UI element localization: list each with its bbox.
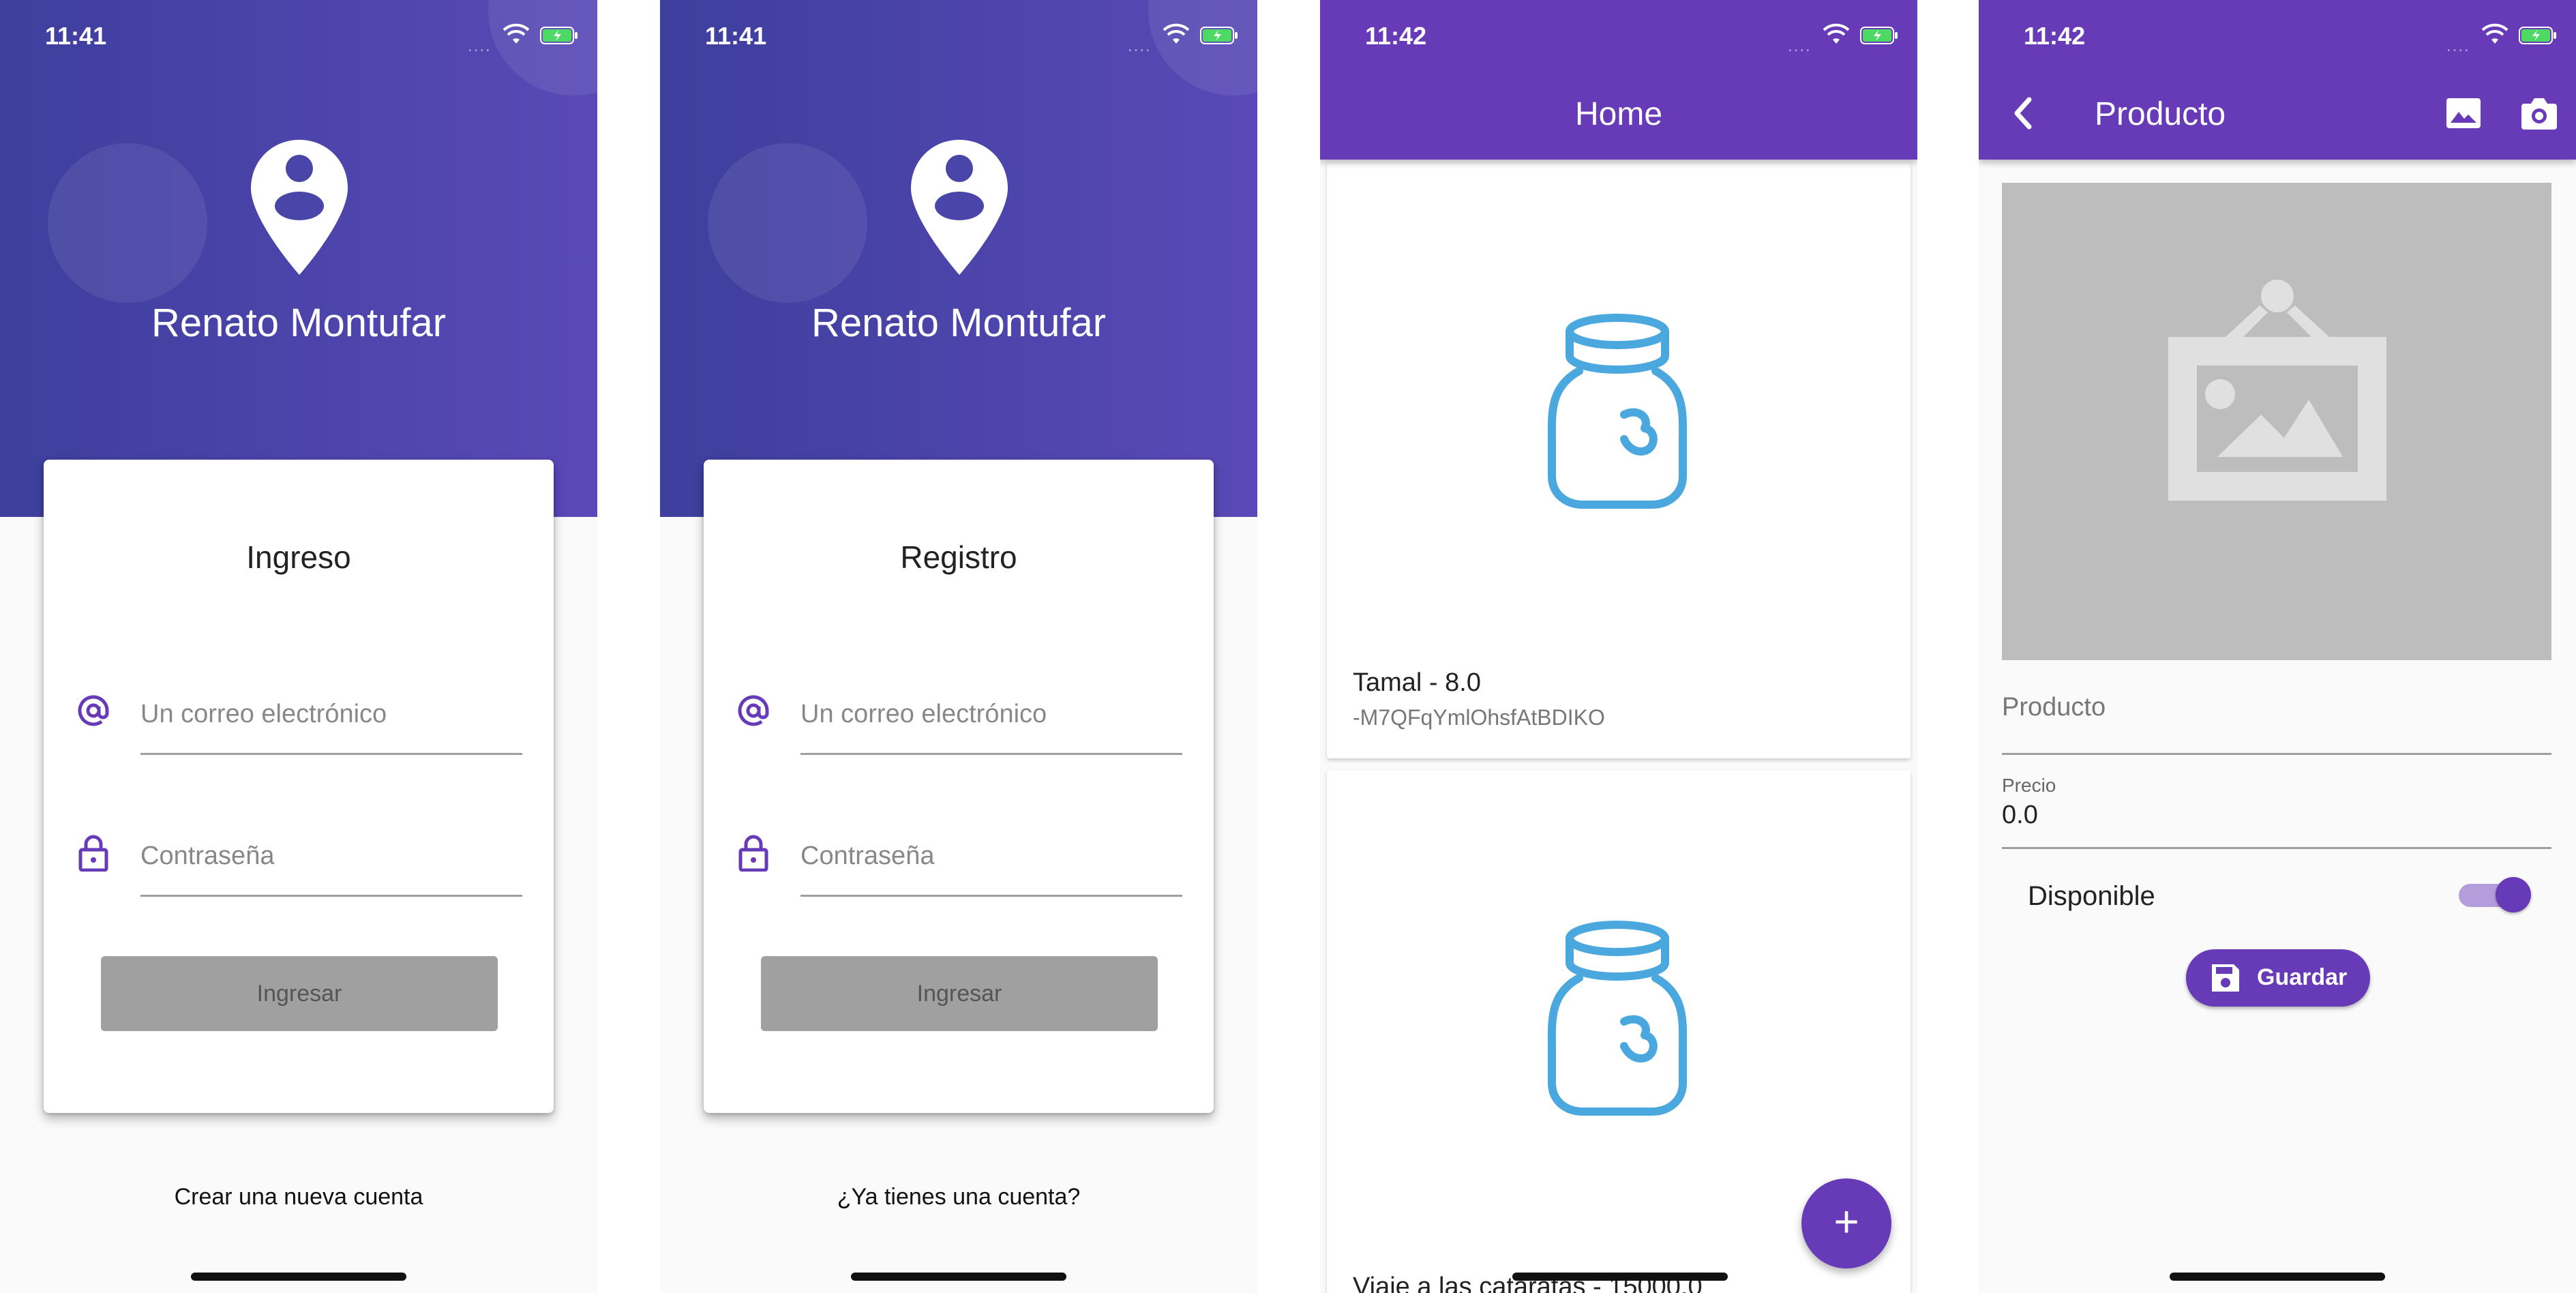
price-field[interactable]: 0.0: [2002, 801, 2038, 830]
signal-icon: ....: [1128, 37, 1152, 55]
wifi-icon: [1163, 23, 1190, 44]
input-underline: [140, 895, 522, 897]
lock-icon: [738, 835, 768, 872]
jar-icon: [1547, 314, 1688, 509]
home-indicator: [1512, 1273, 1728, 1281]
password-placeholder: Contraseña: [140, 842, 275, 870]
input-underline: [2002, 753, 2551, 755]
at-icon: [738, 695, 769, 726]
input-underline: [800, 753, 1182, 755]
product-id: -M7QFqYmlOhsfAtBDIKO: [1353, 705, 1605, 730]
location-person-icon: [911, 140, 1008, 275]
header-banner: Renato Montufar: [660, 0, 1257, 517]
have-account-link[interactable]: ¿Ya tienes una cuenta?: [660, 1184, 1257, 1210]
battery-icon: [540, 27, 578, 44]
save-icon: [2212, 964, 2239, 992]
signal-icon: ....: [2446, 37, 2470, 55]
login-card: Ingreso Un correo electrónico Contraseña: [44, 460, 554, 1113]
status-bar: 11:41 ....: [660, 0, 1257, 75]
status-bar: 11:42 ....: [1320, 0, 1917, 75]
wifi-icon: [503, 23, 530, 44]
password-placeholder: Contraseña: [800, 842, 935, 870]
jar-icon: [1547, 921, 1688, 1116]
wifi-icon: [1823, 23, 1850, 44]
home-indicator: [2170, 1273, 2385, 1281]
available-switch[interactable]: [2496, 877, 2531, 912]
register-card: Registro Un correo electrónico Contraseñ…: [704, 460, 1214, 1113]
page-title: Home: [1574, 96, 1663, 132]
register-screen: Renato Montufar 11:41 .... Registro Un c…: [660, 0, 1257, 1293]
save-label: Guardar: [2257, 964, 2348, 990]
form-title: Registro: [900, 539, 1017, 575]
status-time: 11:41: [45, 22, 107, 50]
email-placeholder: Un correo electrónico: [140, 700, 387, 728]
input-underline: [2002, 847, 2551, 849]
home-indicator: [851, 1273, 1066, 1281]
available-label: Disponible: [2028, 881, 2155, 911]
input-underline: [800, 895, 1182, 897]
password-field[interactable]: Contraseña: [44, 806, 554, 897]
signal-icon: ....: [1788, 37, 1812, 55]
battery-icon: [2519, 27, 2556, 44]
back-icon[interactable]: [2009, 95, 2039, 131]
home-indicator: [191, 1273, 406, 1281]
wifi-icon: [2481, 23, 2508, 44]
product-card[interactable]: Tamal - 8.0 -M7QFqYmlOhsfAtBDIKO: [1327, 164, 1911, 758]
at-icon: [78, 695, 109, 726]
brand-name: Renato Montufar: [151, 301, 447, 345]
input-underline: [140, 753, 522, 755]
price-label: Precio: [2002, 775, 2056, 796]
status-bar: 11:42 ....: [1979, 0, 2576, 75]
product-screen: Producto 11:42 .... Producto Precio 0.0 …: [1979, 0, 2576, 1293]
status-time: 11:42: [1365, 22, 1427, 50]
decor-circle: [708, 143, 867, 303]
status-time: 11:41: [705, 22, 767, 50]
register-button[interactable]: Ingresar: [761, 956, 1158, 1031]
brand-name: Renato Montufar: [811, 301, 1107, 345]
create-account-link[interactable]: Crear una nueva cuenta: [0, 1184, 597, 1210]
battery-icon: [1860, 27, 1898, 44]
add-product-button[interactable]: +: [1801, 1178, 1891, 1268]
lock-icon: [78, 835, 108, 872]
signal-icon: ....: [468, 37, 492, 55]
header-banner: Renato Montufar: [0, 0, 597, 517]
product-image-placeholder: [2002, 183, 2551, 660]
battery-icon: [1200, 27, 1238, 44]
form-title: Ingreso: [246, 539, 351, 575]
email-field[interactable]: Un correo electrónico: [44, 664, 554, 755]
email-placeholder: Un correo electrónico: [800, 700, 1047, 728]
save-button[interactable]: Guardar: [2186, 949, 2370, 1007]
home-screen: Home 11:42 .... Tamal - 8.0 -M7QFqYmlOhs…: [1320, 0, 1917, 1293]
product-title: Tamal - 8.0: [1353, 668, 1481, 697]
email-field[interactable]: Un correo electrónico: [704, 664, 1214, 755]
picture-placeholder-icon: [2168, 280, 2386, 501]
image-icon[interactable]: [2445, 97, 2482, 130]
status-time: 11:42: [2024, 22, 2086, 50]
product-name-field[interactable]: Producto: [2002, 693, 2106, 722]
camera-icon[interactable]: [2520, 95, 2558, 131]
password-field[interactable]: Contraseña: [704, 806, 1214, 897]
page-title: Producto: [2095, 96, 2226, 132]
login-screen: Renato Montufar 11:41 .... Ingreso Un co…: [0, 0, 597, 1293]
location-person-icon: [251, 140, 348, 275]
status-bar: 11:41 ....: [0, 0, 597, 75]
decor-circle: [48, 143, 207, 303]
login-button[interactable]: Ingresar: [101, 956, 498, 1031]
